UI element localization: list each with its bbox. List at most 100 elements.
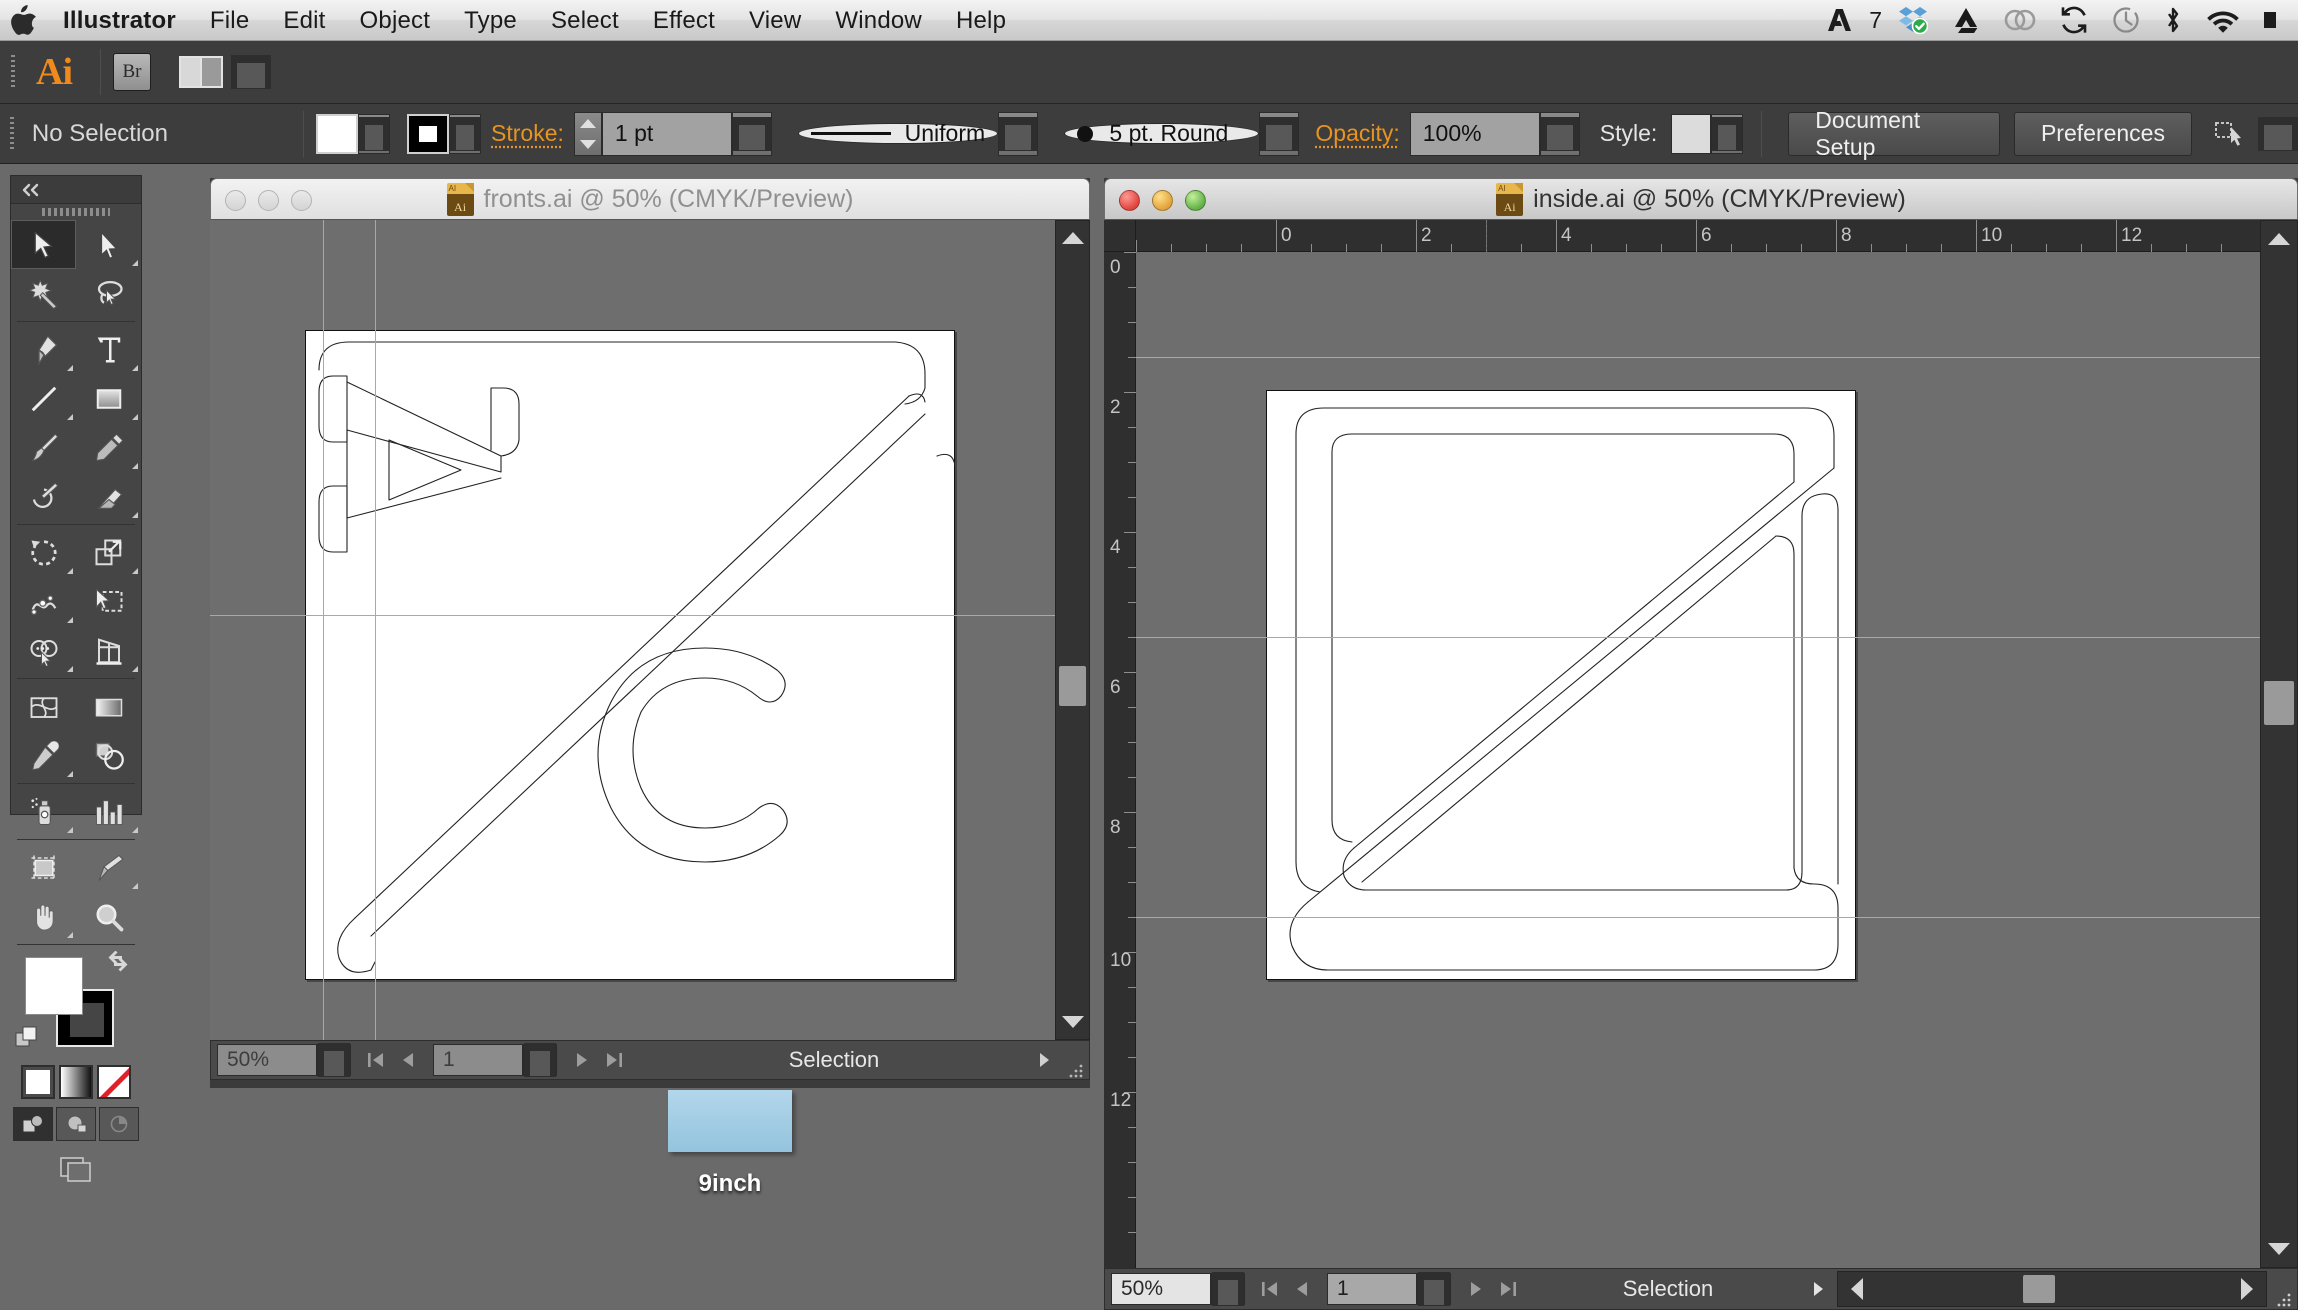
zoom-button[interactable] bbox=[1185, 189, 1206, 211]
tools-panel-footer[interactable] bbox=[11, 1151, 141, 1185]
guide-horizontal-3[interactable] bbox=[1136, 917, 2260, 918]
last-artboard-icon[interactable] bbox=[1493, 1273, 1523, 1305]
guide-vertical-2[interactable] bbox=[375, 220, 376, 1040]
tools-panel-header[interactable] bbox=[11, 176, 141, 204]
transform-options-control[interactable] bbox=[2214, 116, 2298, 151]
artboard-dropdown-inside[interactable] bbox=[1417, 1272, 1451, 1306]
chevron-down-icon[interactable] bbox=[2257, 116, 2298, 151]
menu-item-object[interactable]: Object bbox=[343, 0, 448, 41]
last-artboard-icon[interactable] bbox=[599, 1044, 629, 1076]
tools-panel-grip[interactable] bbox=[11, 204, 141, 220]
menu-item-illustrator[interactable]: Illustrator bbox=[46, 0, 193, 41]
direct-selection-tool[interactable] bbox=[76, 220, 141, 269]
artboard-number-field-fronts[interactable]: 1 bbox=[433, 1044, 523, 1076]
scroll-up-button[interactable] bbox=[1056, 221, 1089, 255]
fill-dropdown-button[interactable] bbox=[358, 113, 391, 154]
first-artboard-icon[interactable] bbox=[1255, 1273, 1285, 1305]
document-setup-button[interactable]: Document Setup bbox=[1788, 107, 2000, 160]
eraser-tool[interactable] bbox=[76, 472, 141, 521]
desktop-file-icon[interactable]: 9inch bbox=[645, 1090, 815, 1198]
zoom-button[interactable] bbox=[291, 189, 312, 211]
titlebar-inside[interactable]: AI Ai inside.ai @ 50% (CMYK/Preview) bbox=[1104, 178, 2298, 220]
opacity-dropdown[interactable] bbox=[1539, 111, 1580, 156]
stepper-down-icon[interactable] bbox=[579, 139, 596, 149]
stroke-dropdown-button[interactable] bbox=[449, 113, 482, 154]
resize-grip-inside[interactable] bbox=[2267, 1269, 2297, 1309]
menu-extra-count[interactable]: 7 bbox=[1865, 7, 1886, 34]
none-swatch[interactable] bbox=[97, 1065, 131, 1099]
rectangle-tool[interactable] bbox=[76, 374, 141, 423]
pencil-tool[interactable] bbox=[76, 423, 141, 472]
vertical-ruler[interactable]: 0 2 4 6 8 10 12 bbox=[1104, 252, 1136, 1268]
screen-mode-fullscreen-menubar[interactable] bbox=[56, 1107, 96, 1141]
scrollbar-thumb[interactable] bbox=[2023, 1275, 2055, 1303]
arrange-documents-button[interactable] bbox=[179, 55, 271, 89]
stroke-weight-label[interactable]: Stroke: bbox=[481, 120, 574, 147]
preferences-button[interactable]: Preferences bbox=[2013, 111, 2192, 156]
guide-vertical-1[interactable] bbox=[323, 220, 324, 1040]
magic-wand-tool[interactable] bbox=[11, 269, 76, 318]
sync-refresh-icon[interactable] bbox=[2048, 0, 2100, 41]
stroke-profile-dropdown[interactable] bbox=[998, 111, 1039, 156]
status-menu-icon-fronts[interactable] bbox=[1029, 1044, 1059, 1076]
blend-tool[interactable] bbox=[76, 731, 141, 780]
color-swatch-white[interactable] bbox=[21, 1065, 55, 1099]
status-text-fronts[interactable]: Selection bbox=[639, 1047, 1029, 1073]
canvas-fronts[interactable] bbox=[210, 220, 1055, 1040]
scrollbar-thumb[interactable] bbox=[2264, 681, 2294, 725]
fill-swatch[interactable] bbox=[316, 113, 359, 154]
opacity-field[interactable]: 100% bbox=[1409, 111, 1540, 156]
appbar-grip[interactable] bbox=[0, 41, 26, 103]
document-window-fronts[interactable]: AI Ai fronts.ai @ 50% (CMYK/Preview) 50%… bbox=[210, 178, 1090, 1088]
artboard-number-field-inside[interactable]: 1 bbox=[1327, 1273, 1417, 1305]
screen-mode-fullscreen[interactable] bbox=[99, 1107, 139, 1141]
zoom-tool[interactable] bbox=[76, 892, 141, 941]
stroke-profile-field[interactable]: Uniform bbox=[798, 120, 999, 146]
next-artboard-icon[interactable] bbox=[567, 1044, 597, 1076]
hand-tool[interactable] bbox=[11, 892, 76, 941]
shape-builder-tool[interactable] bbox=[11, 626, 76, 675]
apple-menu-icon[interactable] bbox=[0, 4, 46, 36]
menu-item-file[interactable]: File bbox=[193, 0, 266, 41]
horizontal-scrollbar-inside[interactable] bbox=[1837, 1271, 2267, 1307]
close-button[interactable] bbox=[1119, 189, 1140, 211]
scroll-down-button[interactable] bbox=[1056, 1005, 1089, 1039]
document-window-inside[interactable]: AI Ai inside.ai @ 50% (CMYK/Preview) 0 2 … bbox=[1104, 178, 2298, 1310]
toolpanel-fill-swatch[interactable] bbox=[25, 957, 83, 1015]
go-to-bridge-button[interactable]: Br bbox=[113, 53, 151, 91]
graphic-style-dropdown[interactable] bbox=[1711, 113, 1744, 154]
rotate-tool[interactable] bbox=[11, 528, 76, 577]
stroke-color-control[interactable] bbox=[407, 113, 482, 154]
scroll-down-button[interactable] bbox=[2261, 1231, 2297, 1267]
line-segment-tool[interactable] bbox=[11, 374, 76, 423]
first-artboard-icon[interactable] bbox=[361, 1044, 391, 1076]
previous-artboard-icon[interactable] bbox=[1287, 1273, 1317, 1305]
horizontal-ruler[interactable]: 0 2 4 6 8 10 12 bbox=[1136, 220, 2260, 252]
mesh-tool[interactable] bbox=[11, 682, 76, 731]
scroll-right-button[interactable] bbox=[2230, 1272, 2264, 1306]
battery-icon[interactable] bbox=[2252, 0, 2288, 41]
zoom-dropdown-inside[interactable] bbox=[1211, 1272, 1245, 1306]
perspective-grid-tool[interactable] bbox=[76, 626, 141, 675]
opacity-control[interactable]: 100% bbox=[1409, 111, 1580, 156]
brush-definition-dropdown[interactable] bbox=[1259, 111, 1300, 156]
default-fill-stroke-icon[interactable] bbox=[15, 1026, 41, 1057]
zoom-level-field-fronts[interactable]: 50% bbox=[217, 1044, 317, 1076]
previous-artboard-icon[interactable] bbox=[393, 1044, 423, 1076]
scrollbar-thumb[interactable] bbox=[1059, 666, 1086, 706]
guide-horizontal-2[interactable] bbox=[1136, 637, 2260, 638]
paintbrush-tool[interactable] bbox=[11, 423, 76, 472]
guide-horizontal-1[interactable] bbox=[1136, 357, 2260, 358]
scale-tool[interactable] bbox=[76, 528, 141, 577]
brush-definition-control[interactable]: 5 pt. Round bbox=[1064, 111, 1300, 156]
wifi-icon[interactable] bbox=[2194, 0, 2252, 41]
column-graph-tool[interactable] bbox=[76, 787, 141, 836]
artboard-tool[interactable] bbox=[11, 843, 76, 892]
canvas-inside[interactable] bbox=[1136, 252, 2260, 1268]
dropbox-icon[interactable] bbox=[1886, 0, 1940, 41]
stroke-weight-field[interactable]: 1 pt bbox=[601, 111, 732, 156]
graphic-style-control[interactable] bbox=[1671, 113, 1744, 154]
minimize-button[interactable] bbox=[258, 189, 279, 211]
stroke-weight-control[interactable]: 1 pt bbox=[573, 111, 772, 156]
stroke-profile-control[interactable]: Uniform bbox=[798, 111, 1039, 156]
